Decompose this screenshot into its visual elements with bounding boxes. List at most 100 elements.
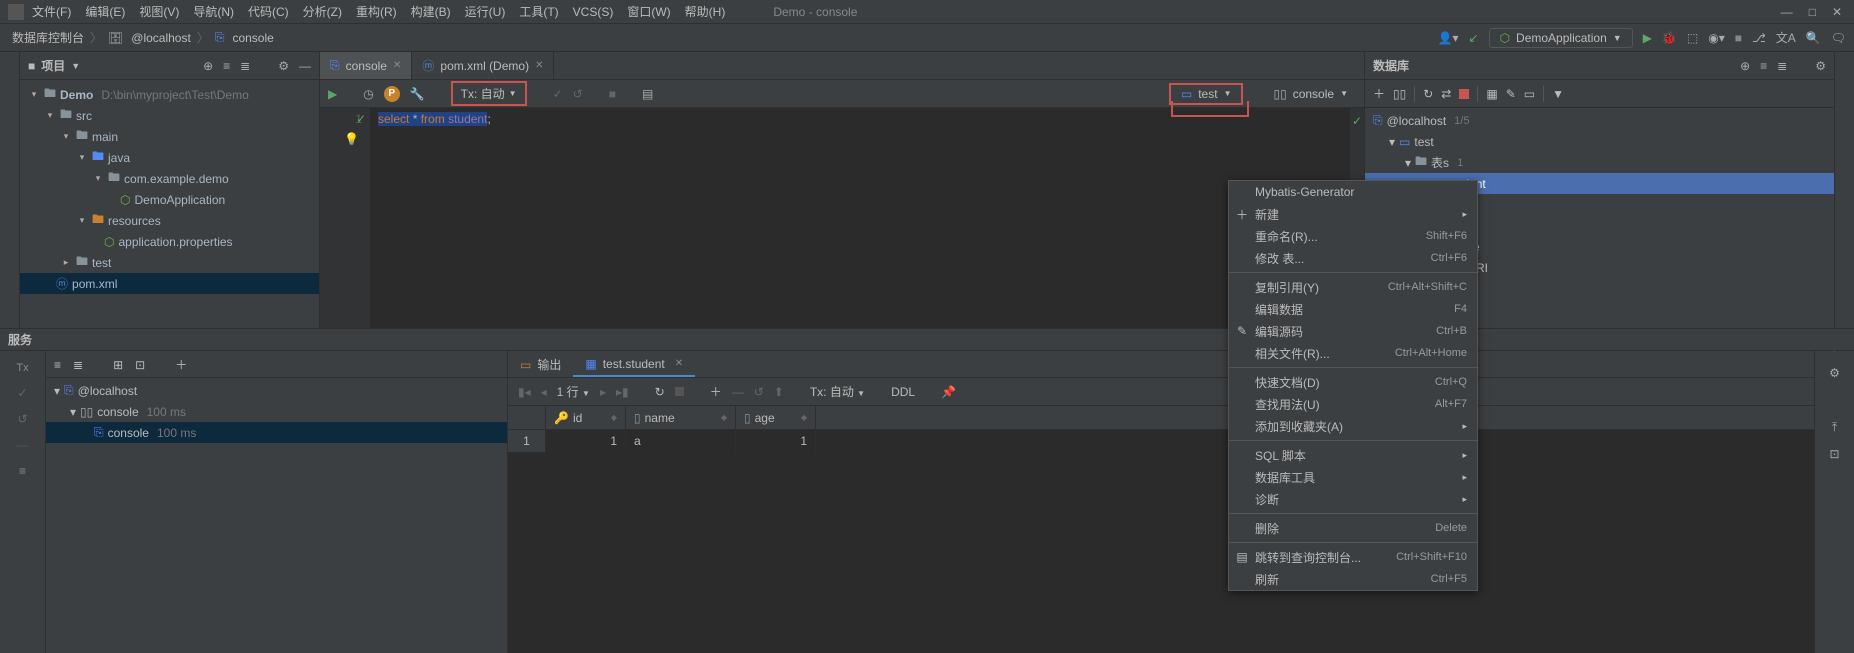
cm-sql-scripts[interactable]: SQL 脚本▸ [1229, 444, 1477, 466]
collapse-icon[interactable]: ≣ [240, 59, 250, 73]
menu-edit[interactable]: 编辑(E) [79, 1, 131, 22]
menu-nav[interactable]: 导航(N) [187, 1, 240, 22]
cm-refresh[interactable]: 刷新Ctrl+F5 [1229, 568, 1477, 590]
app-class-row[interactable]: ⬡ DemoApplication [20, 189, 319, 210]
bulb-icon[interactable]: 💡 [344, 132, 359, 146]
run-icon[interactable]: ▶ [328, 87, 337, 101]
close-tab-icon[interactable]: ✕ [675, 358, 683, 369]
project-root-row[interactable]: ▾ 🖿 Demo D:\bin\myproject\Test\Demo [20, 84, 319, 105]
menu-code[interactable]: 代码(C) [242, 1, 295, 22]
code-editor[interactable]: 1 ✓ 💡 select * from student; ✓ [320, 108, 1364, 328]
cm-copy-reference[interactable]: 复制引用(Y)Ctrl+Alt+Shift+C [1229, 276, 1477, 298]
collapse-icon[interactable]: ≣ [1777, 59, 1787, 73]
ddl-icon[interactable]: ▭ [1524, 87, 1535, 101]
edit-icon[interactable]: ✎ [1506, 87, 1516, 101]
tab-result-table[interactable]: ▦ test.student ✕ [573, 352, 695, 377]
rollback-icon[interactable]: ↺ [0, 406, 45, 432]
grid-col-id[interactable]: 🔑 id ◆ [546, 406, 626, 429]
menu-view[interactable]: 视图(V) [133, 1, 185, 22]
menu-window[interactable]: 窗口(W) [621, 1, 676, 22]
close-tab-icon[interactable]: ✕ [393, 60, 401, 71]
cm-mybatis-generator[interactable]: Mybatis-Generator [1229, 181, 1477, 203]
table-icon[interactable]: ▦ [1486, 87, 1497, 101]
prev-page-icon[interactable]: ◂ [541, 385, 547, 399]
hide-icon[interactable]: — [299, 59, 311, 73]
db-tables-row[interactable]: ▾ 🖿 表s 1 [1365, 152, 1834, 173]
src-folder-row[interactable]: ▾ 🖿 src [20, 105, 319, 126]
grid-col-name[interactable]: ▯ name ◆ [626, 406, 736, 429]
grid-col-age[interactable]: ▯ age ◆ [736, 406, 816, 429]
close-icon[interactable]: ✕ [1832, 5, 1842, 19]
code-line[interactable]: select * from student; [370, 108, 499, 328]
next-page-icon[interactable]: ▸ [600, 385, 606, 399]
console-session-dropdown[interactable]: ▯▯ console ▼ [1265, 85, 1356, 103]
check-icon[interactable]: ✓ [0, 380, 45, 406]
gear-icon[interactable]: ⚙ [1815, 360, 1854, 386]
collapse-icon[interactable]: ≣ [73, 358, 83, 372]
reload-icon[interactable]: ↻ [655, 385, 665, 399]
menu-build[interactable]: 构建(B) [405, 1, 457, 22]
debug-icon[interactable]: 🐞 [1662, 31, 1677, 45]
resources-folder-row[interactable]: ▾ 🖿 resources [20, 210, 319, 231]
duplicate-icon[interactable]: ▯▯ [1393, 87, 1406, 101]
schema-dropdown[interactable]: ▭ test ▼ [1169, 83, 1244, 105]
minimize-icon[interactable]: — [1781, 5, 1793, 19]
cell-name[interactable]: a [626, 430, 736, 452]
package-row[interactable]: ▾ 🖿 com.example.demo [20, 168, 319, 189]
coverage-icon[interactable]: ⬚ [1687, 31, 1698, 45]
search-icon[interactable]: 🔍 [1806, 31, 1821, 45]
add-row-icon[interactable]: ＋ [710, 383, 722, 400]
cm-edit-source[interactable]: ✎编辑源码Ctrl+B [1229, 320, 1477, 342]
breadcrumb-root[interactable]: 数据库控制台 [8, 29, 88, 46]
stop-icon[interactable] [675, 387, 684, 396]
explain-plan-icon[interactable]: P [384, 86, 400, 102]
tab-console[interactable]: ⎘ console ✕ [320, 52, 412, 79]
translate-icon[interactable]: 文A [1776, 29, 1796, 46]
cm-find-usages[interactable]: 查找用法(U)Alt+F7 [1229, 393, 1477, 415]
cell-id[interactable]: 1 [546, 430, 626, 452]
sort-icon[interactable]: ◆ [611, 413, 617, 422]
stop-icon[interactable]: ■ [609, 87, 616, 101]
menu-run[interactable]: 运行(U) [459, 1, 512, 22]
cm-modify-table[interactable]: 修改 表...Ctrl+F6 [1229, 247, 1477, 269]
locate-icon[interactable]: ⊕ [1740, 59, 1750, 73]
user-icon[interactable]: 👤▾ [1438, 31, 1459, 45]
menu-file[interactable]: 文件(F) [26, 1, 77, 22]
breadcrumb-host[interactable]: @localhost [127, 31, 195, 45]
gear-icon[interactable]: ⚙ [1815, 59, 1826, 73]
tx-mode-dropdown[interactable]: Tx: 自动 ▼ [810, 383, 865, 400]
stop-icon[interactable]: ■ [1735, 31, 1742, 45]
cm-delete[interactable]: 删除Delete [1229, 517, 1477, 539]
list-icon[interactable]: ≡ [0, 458, 45, 484]
close-tab-icon[interactable]: ✕ [535, 60, 543, 71]
wrench-icon[interactable]: 🔧 [410, 87, 425, 101]
services-console-group-row[interactable]: ▾ ▯▯ console 100 ms [46, 401, 507, 422]
cm-add-favorites[interactable]: 添加到收藏夹(A)▸ [1229, 415, 1477, 437]
last-page-icon[interactable]: ▸▮ [616, 385, 629, 399]
grid-row[interactable]: 1 1 a 1 [508, 430, 1814, 452]
expand-icon[interactable]: ≡ [1760, 59, 1767, 73]
submit-icon[interactable]: ⬆ [774, 385, 784, 399]
rollback-icon[interactable]: ↺ [573, 87, 583, 101]
menu-tools[interactable]: 工具(T) [513, 1, 564, 22]
run-icon[interactable]: ▶ [1643, 31, 1652, 45]
view-icon[interactable]: ⊡ [1815, 441, 1854, 467]
revert-icon[interactable]: ↺ [754, 385, 764, 399]
breadcrumb-console[interactable]: console [228, 31, 277, 45]
autoscroll-icon[interactable]: ⤒ [1815, 414, 1854, 441]
commit-icon[interactable]: ✓ [553, 87, 563, 101]
filter-icon[interactable]: ▼ [1552, 87, 1564, 101]
menu-refactor[interactable]: 重构(R) [350, 1, 403, 22]
expand-icon[interactable]: ≡ [223, 59, 230, 73]
history-icon[interactable]: ◷ [363, 87, 373, 101]
db-schema-row-test[interactable]: ▾ ▭ test [1365, 131, 1834, 152]
update-icon[interactable]: ↙ [1469, 31, 1479, 45]
cm-database-tools[interactable]: 数据库工具▸ [1229, 466, 1477, 488]
add-icon[interactable]: ＋ [1373, 85, 1385, 102]
cm-new[interactable]: ＋新建▸ [1229, 203, 1477, 225]
services-console-row[interactable]: ⎘ console 100 ms [46, 422, 507, 443]
pom-file-row[interactable]: ⓜ pom.xml [20, 273, 319, 294]
group-icon[interactable]: ⊞ [113, 358, 123, 372]
notifications-icon[interactable]: 🗨 [1831, 31, 1846, 45]
main-folder-row[interactable]: ▾ 🖿 main [20, 126, 319, 147]
